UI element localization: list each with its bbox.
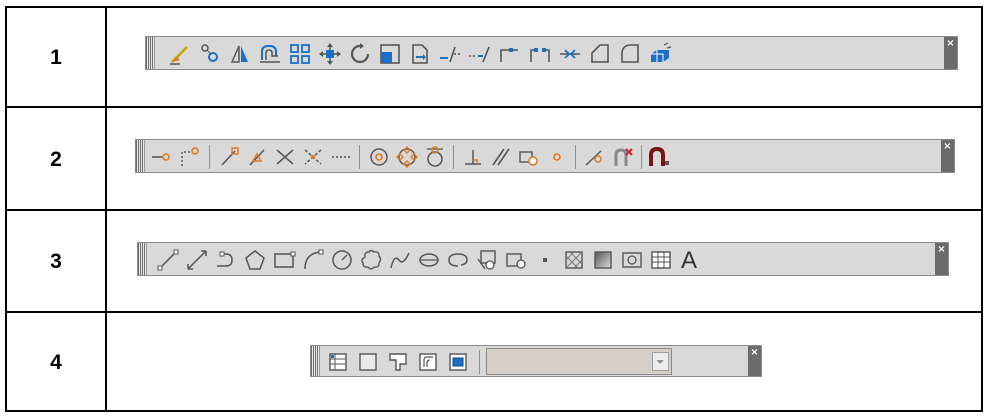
close-icon[interactable]: × <box>946 39 955 49</box>
explode-icon[interactable] <box>648 42 672 66</box>
toolbar-grip[interactable] <box>136 140 145 172</box>
layer-previous-icon[interactable] <box>357 351 379 373</box>
region-icon[interactable] <box>620 248 644 272</box>
row-number: 2 <box>50 148 62 171</box>
toolbar-grip[interactable] <box>311 346 320 376</box>
toolbar-grip[interactable] <box>138 243 147 275</box>
snap-tangent-icon[interactable] <box>424 146 446 168</box>
spline-icon[interactable] <box>388 248 412 272</box>
multiline-text-icon[interactable]: A <box>678 246 702 272</box>
row-divider <box>5 106 983 108</box>
layer-states-icon[interactable] <box>417 351 439 373</box>
close-icon[interactable]: × <box>750 348 759 358</box>
circle-icon[interactable] <box>330 248 354 272</box>
make-block-icon[interactable] <box>504 248 528 272</box>
toolbar-separator <box>453 145 454 169</box>
dropdown-arrow-button[interactable] <box>652 352 669 371</box>
snap-center-icon[interactable] <box>368 146 390 168</box>
toolbar-close-bar: × <box>944 37 957 69</box>
close-icon[interactable]: × <box>937 245 946 255</box>
osnap-settings-icon[interactable] <box>648 146 672 168</box>
toolbar-grip[interactable] <box>146 37 155 69</box>
table-icon[interactable] <box>649 248 673 272</box>
toolbar-separator <box>479 350 480 374</box>
arc-icon[interactable] <box>301 248 325 272</box>
table-border-top <box>5 6 983 8</box>
point-icon[interactable] <box>533 248 557 272</box>
modify-toolbar: × <box>145 36 958 70</box>
toolbar-separator <box>359 145 360 169</box>
revision-cloud-icon[interactable] <box>359 248 383 272</box>
layer-isolate-icon[interactable] <box>447 351 469 373</box>
snap-intersection-icon[interactable] <box>274 146 296 168</box>
toolbar-separator <box>641 145 642 169</box>
table-border-right <box>981 6 983 412</box>
object-snap-toolbar: × <box>135 139 955 173</box>
extend-icon[interactable] <box>468 42 492 66</box>
chevron-down-icon <box>656 360 664 364</box>
toolbar-separator <box>575 145 576 169</box>
construction-line-icon[interactable] <box>185 248 209 272</box>
layers-toolbar: × <box>310 345 762 377</box>
row-divider <box>5 209 983 211</box>
snap-extension-icon[interactable] <box>330 146 352 168</box>
erase-icon[interactable] <box>168 42 192 66</box>
svg-text:A: A <box>681 247 697 272</box>
snap-midpoint-icon[interactable] <box>246 146 268 168</box>
array-icon[interactable] <box>288 42 312 66</box>
snap-none-icon[interactable] <box>612 146 634 168</box>
close-icon[interactable]: × <box>943 142 952 152</box>
row-number: 1 <box>50 46 62 69</box>
snap-endpoint-icon[interactable] <box>218 146 240 168</box>
rotate-icon[interactable] <box>348 42 372 66</box>
snap-from-icon[interactable] <box>178 146 200 168</box>
line-icon[interactable] <box>156 248 180 272</box>
column-divider <box>105 6 107 412</box>
break-at-point-icon[interactable] <box>498 42 522 66</box>
rectangle-icon[interactable] <box>272 248 296 272</box>
hatch-icon[interactable] <box>562 248 586 272</box>
polygon-icon[interactable] <box>243 248 267 272</box>
row-divider <box>5 311 983 313</box>
fillet-icon[interactable] <box>618 42 642 66</box>
snap-insert-icon[interactable] <box>518 146 540 168</box>
toolbar-close-bar: × <box>941 140 954 172</box>
snap-perpendicular-icon[interactable] <box>462 146 484 168</box>
ellipse-arc-icon[interactable] <box>446 248 470 272</box>
row-number: 3 <box>50 250 62 273</box>
offset-icon[interactable] <box>258 42 282 66</box>
ellipse-icon[interactable] <box>417 248 441 272</box>
scale-icon[interactable] <box>378 42 402 66</box>
toolbar-close-bar: × <box>935 243 948 275</box>
toolbar-close-bar: × <box>748 346 761 376</box>
snap-quadrant-icon[interactable] <box>396 146 418 168</box>
mirror-icon[interactable] <box>228 42 252 66</box>
polyline-icon[interactable] <box>214 248 238 272</box>
join-icon[interactable] <box>558 42 582 66</box>
snap-parallel-icon[interactable] <box>490 146 512 168</box>
snap-nearest-icon[interactable] <box>584 146 606 168</box>
copy-icon[interactable] <box>198 42 222 66</box>
move-icon[interactable] <box>318 42 342 66</box>
stretch-icon[interactable] <box>408 42 432 66</box>
break-icon[interactable] <box>528 42 552 66</box>
chamfer-icon[interactable] <box>588 42 612 66</box>
snap-node-icon[interactable] <box>546 146 568 168</box>
layer-dropdown[interactable] <box>486 348 672 375</box>
toolbar-separator <box>209 145 210 169</box>
draw-toolbar: × A <box>137 242 949 276</box>
row-number: 4 <box>50 351 62 374</box>
layer-properties-icon[interactable] <box>327 351 349 373</box>
insert-block-icon[interactable] <box>475 248 499 272</box>
gradient-icon[interactable] <box>591 248 615 272</box>
trim-icon[interactable] <box>438 42 462 66</box>
table-border-bottom <box>5 410 983 412</box>
make-object-layer-current-icon[interactable] <box>387 351 409 373</box>
snap-apparent-intersection-icon[interactable] <box>302 146 324 168</box>
temporary-track-point-icon[interactable] <box>150 146 172 168</box>
